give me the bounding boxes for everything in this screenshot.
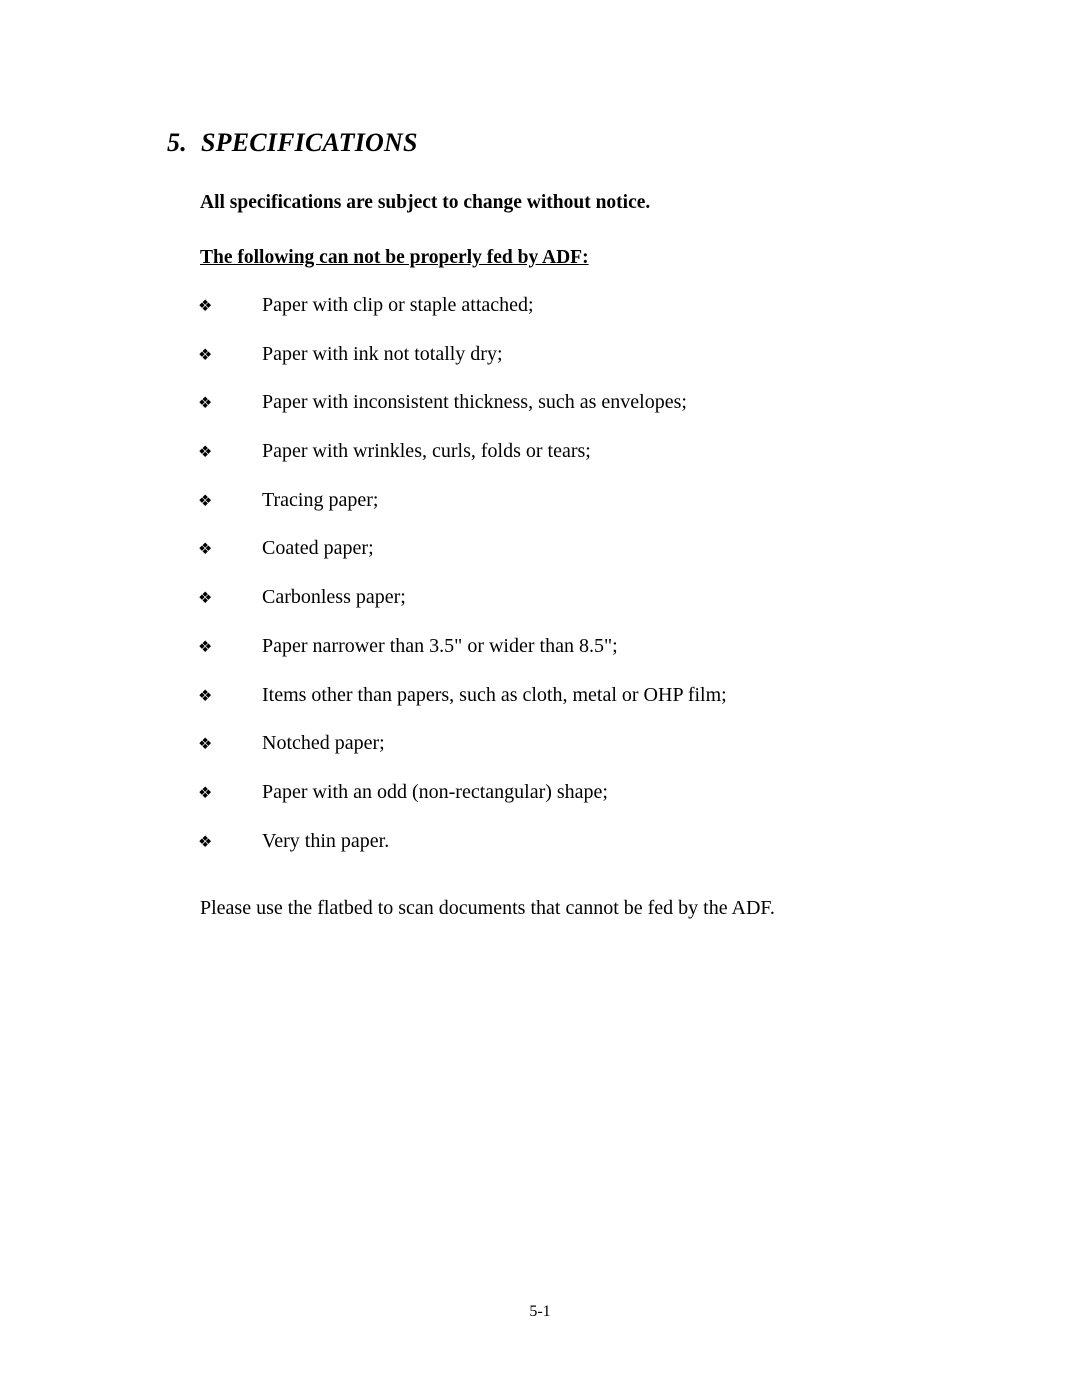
list-item-text: Items other than papers, such as cloth, … — [262, 683, 727, 706]
diamond-bullet-icon: ❖ — [198, 541, 213, 559]
adf-restrictions-list: ❖ Paper with clip or staple attached; ❖ Pap… — [198, 294, 727, 878]
list-item: ❖ Notched paper; — [198, 732, 727, 781]
list-item-text: Paper with ink not totally dry; — [262, 342, 503, 365]
change-notice: All specifications are subject to change… — [200, 192, 651, 213]
list-item-text: Carbonless paper; — [262, 586, 406, 609]
diamond-bullet-icon: ❖ — [198, 833, 213, 851]
list-item-text: Paper narrower than 3.5" or wider than 8… — [262, 634, 618, 657]
list-item-text: Paper with an odd (non-rectangular) shap… — [262, 780, 608, 803]
list-item-text: Paper with wrinkles, curls, folds or tea… — [262, 440, 591, 463]
section-number: 5. — [167, 128, 187, 157]
list-item-text: Notched paper; — [262, 732, 385, 755]
diamond-bullet-icon: ❖ — [198, 395, 213, 413]
diamond-bullet-icon: ❖ — [198, 590, 213, 608]
diamond-bullet-icon: ❖ — [198, 638, 213, 656]
list-item-text: Paper with inconsistent thickness, such … — [262, 391, 687, 414]
diamond-bullet-icon: ❖ — [198, 492, 213, 510]
list-item: ❖ Tracing paper; — [198, 489, 727, 538]
list-item-text: Paper with clip or staple attached; — [262, 294, 534, 316]
list-item: ❖ Items other than papers, such as cloth,… — [198, 684, 727, 733]
list-item: ❖ Very thin paper. — [198, 830, 727, 879]
diamond-bullet-icon: ❖ — [198, 736, 213, 754]
diamond-bullet-icon: ❖ — [198, 687, 213, 705]
list-item: ❖ Paper with inconsistent thickness, such… — [198, 391, 727, 440]
diamond-bullet-icon: ❖ — [198, 298, 213, 315]
section-title: 5. SPECIFICATIONS — [167, 128, 418, 158]
list-item: ❖ Paper with clip or staple attached; — [198, 294, 727, 343]
diamond-bullet-icon: ❖ — [198, 444, 213, 462]
list-item-text: Tracing paper; — [262, 488, 379, 511]
list-item: ❖ Coated paper; — [198, 537, 727, 586]
list-item: ❖ Paper narrower than 3.5" or wider than … — [198, 635, 727, 684]
diamond-bullet-icon: ❖ — [198, 784, 213, 802]
list-item: ❖ Paper with wrinkles, curls, folds or te… — [198, 440, 727, 489]
diamond-bullet-icon: ❖ — [198, 346, 213, 364]
list-item-text: Very thin paper. — [262, 829, 390, 852]
adf-restrictions-heading: The following can not be properly fed by… — [200, 247, 589, 268]
list-item: ❖ Carbonless paper; — [198, 586, 727, 635]
page-number: 5-1 — [529, 1303, 551, 1320]
flatbed-recommendation: Please use the flatbed to scan documents… — [200, 897, 775, 919]
list-item: ❖ Paper with an odd (non-rectangular) sha… — [198, 781, 727, 830]
section-title-text: SPECIFICATIONS — [201, 128, 418, 157]
list-item-text: Coated paper; — [262, 537, 374, 560]
list-item: ❖ Paper with ink not totally dry; — [198, 343, 727, 392]
